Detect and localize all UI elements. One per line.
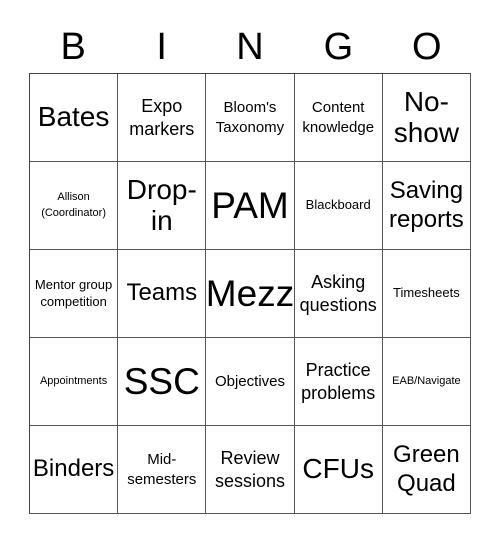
bingo-cell[interactable]: Allison (Coordinator) [30, 162, 119, 250]
bingo-cell[interactable]: Bloom's Taxonomy [206, 74, 295, 162]
bingo-cell[interactable]: Practice problems [294, 338, 383, 426]
bingo-cell[interactable]: Appointments [30, 338, 119, 426]
bingo-cell[interactable]: Saving reports [382, 162, 471, 250]
bingo-cell[interactable]: Asking questions [294, 250, 383, 338]
bingo-cell[interactable]: SSC [118, 338, 207, 426]
bingo-cell[interactable]: Teams [118, 250, 207, 338]
bingo-cell[interactable]: Objectives [206, 338, 295, 426]
header-letter-i: I [156, 26, 167, 68]
header-letter-o: O [412, 26, 442, 68]
bingo-cell[interactable]: Content knowledge [294, 74, 383, 162]
bingo-cell[interactable]: Binders [30, 426, 119, 514]
bingo-header: B I N G O [29, 22, 471, 72]
header-letter-g: G [323, 26, 354, 68]
bingo-cell[interactable]: Mentor group competition [30, 250, 119, 338]
bingo-cell[interactable]: Timesheets [382, 250, 471, 338]
header-letter-b: B [60, 26, 86, 68]
bingo-cell[interactable]: Review sessions [206, 426, 295, 514]
bingo-cell[interactable]: Blackboard [294, 162, 383, 250]
bingo-cell[interactable]: Expo markers [118, 74, 207, 162]
bingo-grid: Bates Expo markers Bloom's Taxonomy Cont… [29, 73, 471, 514]
bingo-cell[interactable]: Bates [30, 74, 119, 162]
bingo-cell[interactable]: CFUs [294, 426, 383, 514]
bingo-cell[interactable]: Mid-semesters [118, 426, 207, 514]
header-letter-n: N [236, 26, 264, 68]
bingo-cell[interactable]: Green Quad [382, 426, 471, 514]
bingo-cell[interactable]: Mezz [206, 250, 295, 338]
bingo-cell[interactable]: No-show [382, 74, 471, 162]
bingo-cell[interactable]: EAB/Navigate [382, 338, 471, 426]
bingo-cell[interactable]: PAM [206, 162, 295, 250]
bingo-cell[interactable]: Drop-in [118, 162, 207, 250]
